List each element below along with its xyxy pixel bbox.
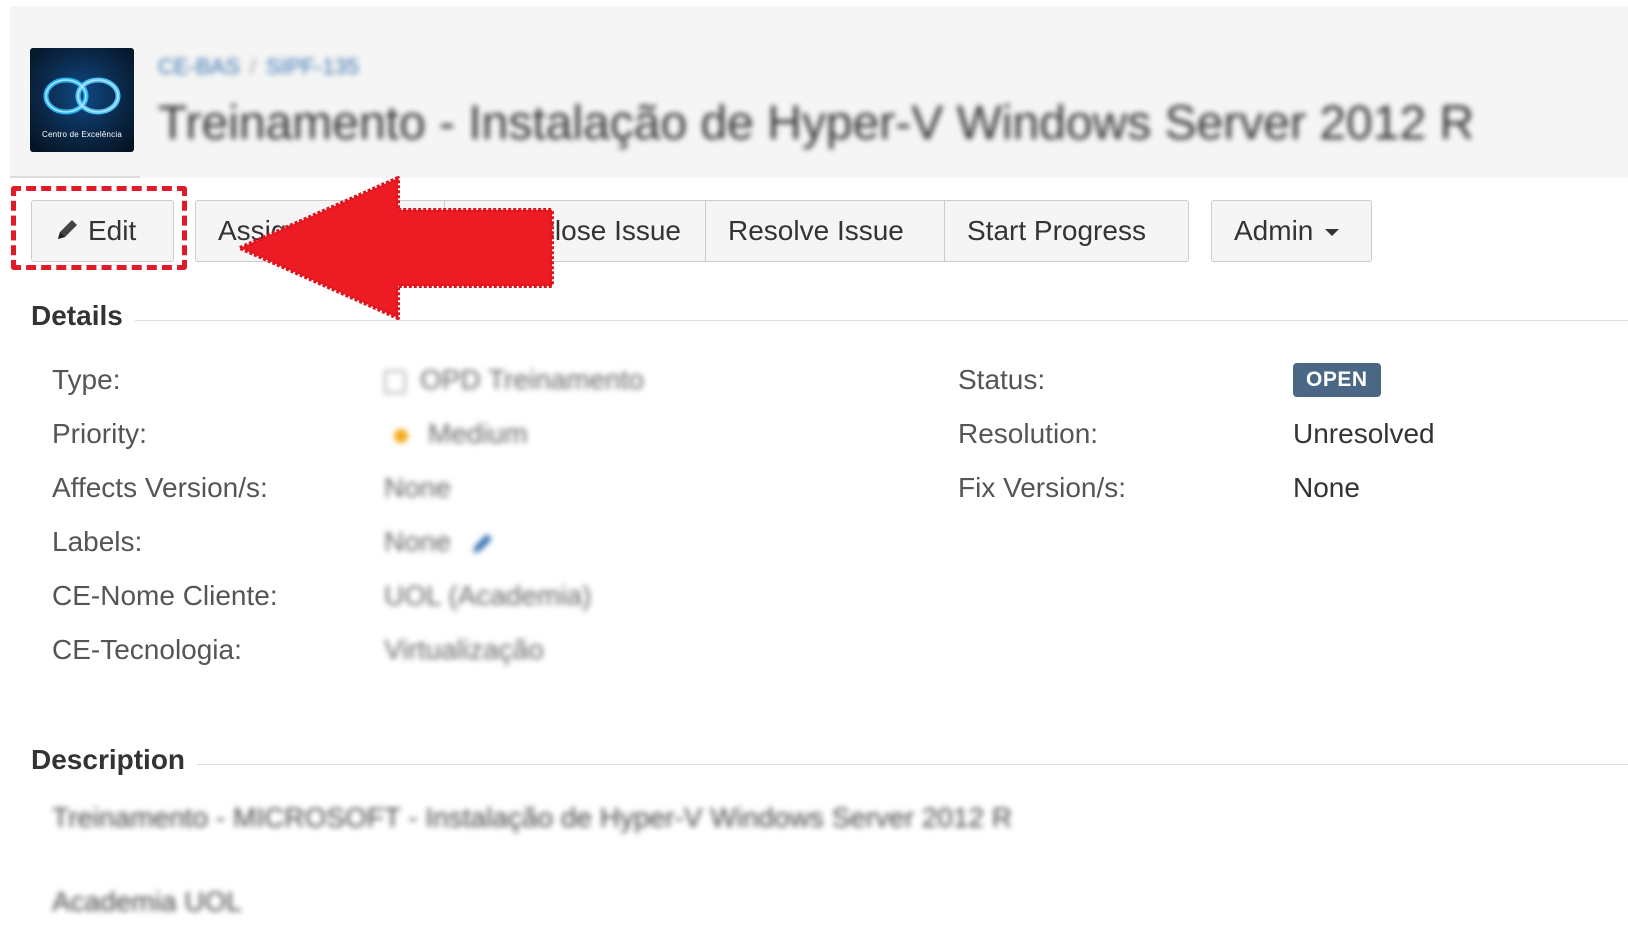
breadcrumb-separator: /: [249, 54, 257, 79]
description-section-title[interactable]: Description: [31, 744, 198, 776]
priority-label: Priority:: [52, 418, 147, 449]
type-value: OPD Treinamento: [384, 364, 644, 396]
fix-version-value: None: [1293, 472, 1360, 503]
issue-title[interactable]: Treinamento - Instalação de Hyper-V Wind…: [158, 96, 1618, 151]
ce-tecnologia-value: Virtualização: [384, 634, 544, 665]
breadcrumb-issue-key-link[interactable]: SIPF-135: [266, 54, 359, 79]
description-divider: [31, 764, 1628, 765]
labels-value-text: None: [384, 526, 451, 557]
start-progress-button[interactable]: Start Progress: [944, 200, 1189, 262]
description-line: Academia UOL: [52, 886, 242, 917]
header-divider: [10, 176, 140, 178]
issue-type-icon: [384, 369, 406, 394]
issue-header: [10, 6, 1628, 178]
status-label: Status:: [958, 364, 1046, 395]
breadcrumb-project-link[interactable]: CE-BAS: [158, 54, 240, 79]
edit-labels-icon[interactable]: [469, 531, 495, 557]
priority-medium-icon: [394, 428, 408, 443]
ce-tecnologia-label: CE-Tecnologia:: [52, 634, 242, 665]
status-badge: OPEN: [1293, 363, 1381, 397]
caret-down-icon: [1325, 229, 1340, 237]
resolution-label: Resolution:: [958, 418, 1099, 449]
type-label: Type:: [52, 364, 121, 395]
resolution-value: Unresolved: [1293, 418, 1435, 449]
details-divider: [31, 320, 1628, 321]
details-section-title[interactable]: Details: [31, 300, 135, 332]
affects-version-label: Affects Version/s:: [52, 472, 268, 503]
highlight-annotation: [11, 186, 187, 270]
red-arrow-annotation-icon: [238, 176, 554, 320]
affects-version-value: None: [384, 472, 451, 503]
ce-nome-cliente-label: CE-Nome Cliente:: [52, 580, 278, 611]
breadcrumb: CE-BAS / SIPF-135: [158, 54, 359, 80]
description-line: Treinamento - MICROSOFT - Instalação de …: [52, 802, 1013, 833]
priority-value-text: Medium: [428, 418, 528, 449]
labels-value: None: [384, 526, 495, 558]
priority-value: Medium: [394, 418, 528, 450]
logo-caption: Centro de Excelência: [41, 130, 123, 139]
admin-button-label: Admin: [1234, 215, 1314, 246]
labels-label: Labels:: [52, 526, 143, 557]
ce-nome-cliente-value: UOL (Academia): [384, 580, 592, 611]
fix-version-label: Fix Version/s:: [958, 472, 1127, 503]
type-value-text: OPD Treinamento: [420, 364, 645, 395]
admin-dropdown-button[interactable]: Admin: [1211, 200, 1372, 262]
resolve-issue-button[interactable]: Resolve Issue: [705, 200, 945, 262]
project-avatar-logo[interactable]: Centro de Excelência: [30, 48, 134, 152]
